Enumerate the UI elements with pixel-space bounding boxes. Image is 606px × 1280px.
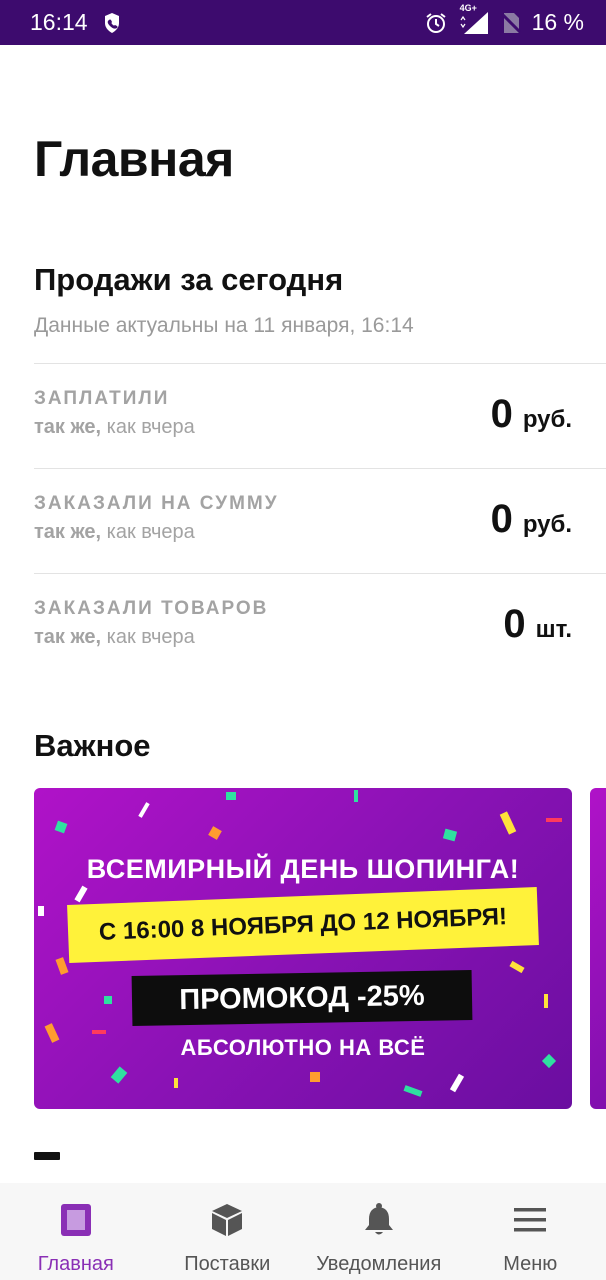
stat-row-ordered-sum[interactable]: ЗАКАЗАЛИ НА СУММУ так же, как вчера 0 ру…	[34, 468, 606, 573]
next-banner-peek[interactable]	[590, 788, 606, 1109]
stat-label: ЗАКАЗАЛИ НА СУММУ	[34, 493, 279, 514]
stat-number: 0	[490, 497, 513, 541]
nav-item-home[interactable]: Главная	[0, 1183, 152, 1280]
confetti	[74, 885, 88, 903]
stat-unit: шт.	[535, 616, 572, 643]
confetti	[442, 828, 458, 842]
confetti	[138, 802, 150, 818]
confetti	[55, 957, 69, 975]
sales-section-title: Продажи за сегодня	[34, 262, 344, 297]
box-icon	[209, 1201, 245, 1239]
banner-headline: ВСЕМИРНЫЙ ДЕНЬ ШОПИНГА!	[86, 854, 520, 884]
page-title: Главная	[34, 131, 234, 187]
nav-item-notifications[interactable]: Уведомления	[303, 1183, 455, 1280]
confetti	[310, 1072, 320, 1082]
stat-unit: руб.	[522, 511, 572, 538]
data-updated-text: Данные актуальны на 11 января, 16:14	[34, 314, 414, 337]
stat-row-ordered-items[interactable]: ЗАКАЗАЛИ ТОВАРОВ так же, как вчера 0 шт.	[34, 573, 606, 678]
stat-number: 0	[490, 392, 513, 436]
stat-value: 0 руб.	[491, 497, 572, 542]
stat-value: 0 руб.	[491, 392, 572, 437]
no-sim-icon	[500, 11, 522, 35]
confetti	[174, 1078, 178, 1088]
confetti	[499, 811, 517, 835]
important-section-title: Важное	[34, 728, 151, 763]
stat-label: ЗАПЛАТИЛИ	[34, 388, 170, 409]
stat-number: 0	[503, 602, 526, 646]
confetti	[92, 1030, 106, 1034]
confetti	[208, 826, 222, 840]
nav-label: Уведомления	[316, 1253, 442, 1275]
phone-icon	[102, 12, 122, 34]
battery-level: 16 %	[531, 9, 584, 35]
network-type: 4G+	[459, 2, 477, 13]
confetti	[54, 820, 68, 834]
bell-icon	[364, 1201, 394, 1239]
banner-dates: С 16:00 8 НОЯБРЯ ДО 12 НОЯБРЯ!	[67, 887, 539, 963]
nav-item-menu[interactable]: Меню	[455, 1183, 606, 1280]
confetti	[226, 792, 236, 800]
stat-compare: так же, как вчера	[34, 626, 195, 648]
nav-label: Главная	[37, 1253, 114, 1275]
stat-compare: так же, как вчера	[34, 416, 195, 438]
confetti	[403, 1085, 423, 1097]
stat-compare: так же, как вчера	[34, 521, 195, 543]
stat-label: ЗАКАЗАЛИ ТОВАРОВ	[34, 598, 269, 619]
confetti	[104, 996, 112, 1004]
bottom-navigation: Главная Поставки Уведомления Меню	[0, 1183, 606, 1280]
next-section-title-peek	[34, 1152, 60, 1160]
confetti	[38, 906, 44, 916]
alarm-icon	[424, 11, 448, 35]
nav-label: Меню	[503, 1253, 558, 1275]
promo-banner[interactable]: ВСЕМИРНЫЙ ДЕНЬ ШОПИНГА! С 16:00 8 НОЯБРЯ…	[34, 788, 572, 1109]
banner-promo-code: ПРОМОКОД -25%	[131, 970, 473, 1026]
menu-icon	[513, 1201, 547, 1239]
status-bar: 16:14 4G+ 16 %	[0, 0, 606, 45]
confetti	[509, 960, 525, 974]
status-time: 16:14	[30, 9, 88, 35]
nav-label: Поставки	[184, 1253, 271, 1275]
confetti	[544, 994, 548, 1008]
home-icon	[59, 1201, 93, 1239]
confetti	[354, 790, 358, 802]
confetti	[449, 1073, 465, 1093]
signal-icon: 4G+	[458, 3, 490, 36]
stat-row-paid[interactable]: ЗАПЛАТИЛИ так же, как вчера 0 руб.	[34, 363, 606, 468]
stat-unit: руб.	[522, 406, 572, 433]
nav-item-supplies[interactable]: Поставки	[152, 1183, 304, 1280]
banner-subtitle: АБСОЛЮТНО НА ВСЁ	[180, 1035, 426, 1060]
stat-value: 0 шт.	[503, 602, 572, 647]
sales-stats: ЗАПЛАТИЛИ так же, как вчера 0 руб. ЗАКАЗ…	[34, 363, 606, 678]
confetti	[110, 1066, 128, 1084]
confetti	[546, 818, 562, 822]
